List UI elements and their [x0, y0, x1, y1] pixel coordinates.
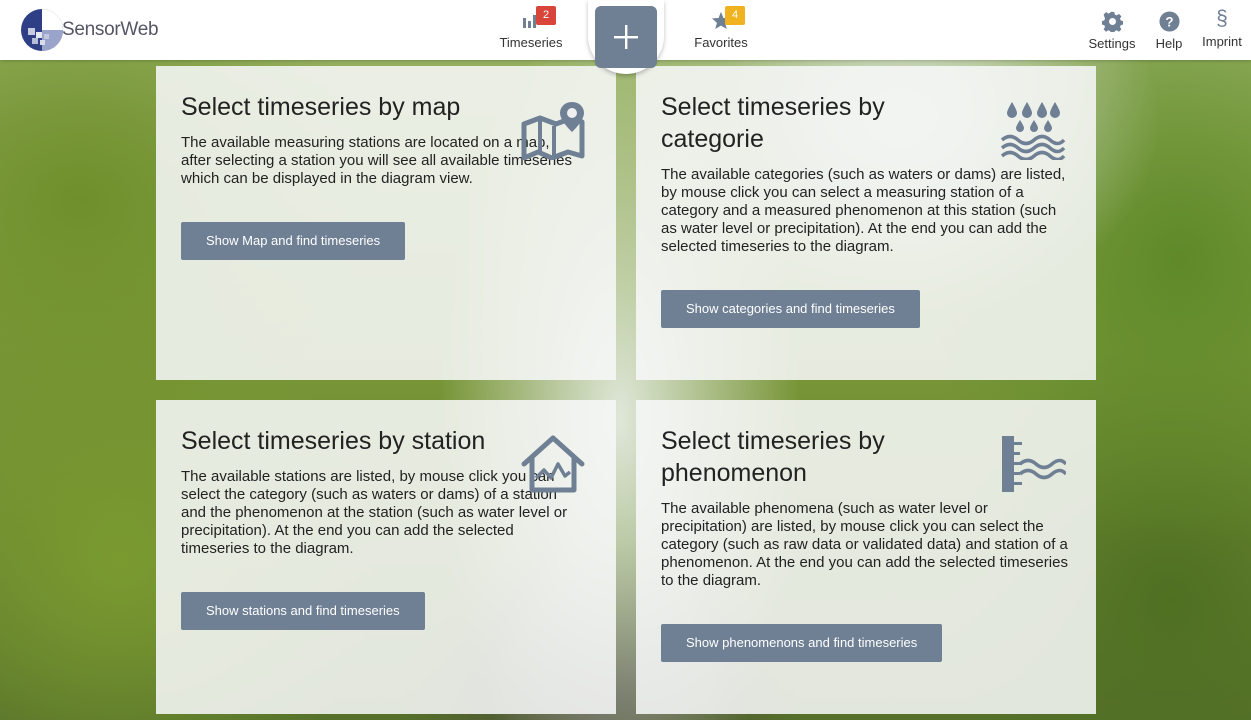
timeseries-count-badge: 2 [536, 6, 556, 25]
card-title: Select timeseries by map [181, 93, 461, 121]
water-gauge-icon [1000, 434, 1068, 499]
star-icon: 4 [711, 6, 745, 31]
card-select-by-categorie: Select timeseries by categorie The avail… [636, 66, 1096, 380]
help-icon: ? [1158, 10, 1180, 32]
card-description: The available phenomena (such as water l… [661, 500, 1068, 589]
card-title: Select timeseries by station [181, 427, 486, 455]
nav-favorites[interactable]: 4 Favorites [690, 0, 752, 60]
svg-text:?: ? [1165, 14, 1173, 29]
nav-settings-label: Settings [1088, 36, 1136, 51]
show-phenomenons-button[interactable]: Show phenomenons and find timeseries [661, 624, 943, 662]
favorites-count-badge: 4 [725, 6, 745, 25]
sensorweb-logo[interactable]: SensorWeb [20, 8, 159, 52]
add-timeseries-button[interactable] [588, 0, 664, 74]
nav-help-label: Help [1155, 36, 1183, 51]
section-sign-icon: § [1216, 7, 1228, 30]
map-pin-icon [520, 100, 586, 165]
nav-imprint-label: Imprint [1202, 34, 1242, 49]
add-button-face [595, 6, 657, 68]
show-map-button[interactable]: Show Map and find timeseries [181, 222, 406, 260]
card-title: Select timeseries by categorie [661, 93, 885, 153]
card-description: The available categories (such as waters… [661, 166, 1066, 255]
show-stations-button[interactable]: Show stations and find timeseries [181, 592, 425, 630]
rain-waves-icon [1000, 100, 1066, 165]
station-house-icon [520, 434, 586, 499]
nav-settings[interactable]: Settings [1086, 0, 1138, 60]
gear-icon [1101, 10, 1123, 32]
card-select-by-map: Select timeseries by map The available m… [156, 66, 616, 380]
card-select-by-phenomenon: Select timeseries by phenomenon The avai… [636, 400, 1096, 714]
logo-mark-icon [20, 8, 64, 52]
logo-text: SensorWeb [62, 19, 159, 40]
card-title: Select timeseries by phenomenon [661, 427, 885, 487]
nav-imprint[interactable]: § Imprint [1200, 0, 1244, 60]
nav-timeseries-label: Timeseries [499, 35, 563, 50]
bar-chart-icon: 2 [522, 6, 556, 31]
show-categories-button[interactable]: Show categories and find timeseries [661, 290, 920, 328]
card-select-by-station: Select timeseries by station The availab… [156, 400, 616, 714]
nav-help[interactable]: ? Help [1150, 0, 1188, 60]
nav-timeseries[interactable]: 2 Timeseries [498, 0, 564, 60]
plus-icon [614, 25, 638, 49]
nav-favorites-label: Favorites [694, 35, 748, 50]
